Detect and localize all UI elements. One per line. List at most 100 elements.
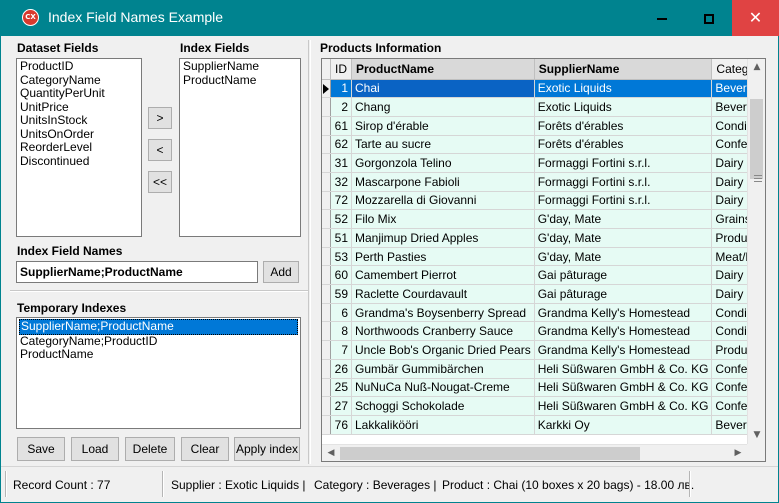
remove-all-fields-button[interactable]: << xyxy=(148,171,172,193)
row-indicator[interactable] xyxy=(322,415,331,435)
cell-suppliername[interactable]: Grandma Kelly's Homestead xyxy=(534,303,713,323)
cell-id[interactable]: 1 xyxy=(330,79,352,99)
cell-productname[interactable]: Uncle Bob's Organic Dried Pears xyxy=(351,340,535,360)
cell-suppliername[interactable]: Gai pâturage xyxy=(534,284,713,304)
horizontal-splitter[interactable] xyxy=(10,290,308,292)
close-button[interactable]: ✕ xyxy=(732,0,779,36)
scroll-thumb[interactable] xyxy=(750,99,763,182)
row-indicator[interactable] xyxy=(322,359,331,379)
cell-suppliername[interactable]: Grandma Kelly's Homestead xyxy=(534,340,713,360)
add-field-button[interactable]: > xyxy=(148,107,172,129)
cell-id[interactable]: 76 xyxy=(330,415,352,435)
temporary-index-item[interactable]: SupplierName;ProductName xyxy=(19,319,298,335)
cell-id[interactable]: 62 xyxy=(330,135,352,155)
table-row[interactable]: 60Camembert PierrotGai pâturageDairy Pro… xyxy=(322,265,765,286)
cell-productname[interactable]: Gorgonzola Telino xyxy=(351,153,535,173)
table-row[interactable]: 61Sirop d'érableForêts d'érablesCondimen… xyxy=(322,116,765,136)
cell-id[interactable]: 51 xyxy=(330,228,352,248)
cell-suppliername[interactable]: Gai pâturage xyxy=(534,265,713,286)
cell-id[interactable]: 7 xyxy=(330,340,352,360)
table-row[interactable]: 53Perth PastiesG'day, MateMeat/Poultry xyxy=(322,247,765,267)
cell-productname[interactable]: Schoggi Schokolade xyxy=(351,396,535,416)
cell-suppliername[interactable]: Heli Süßwaren GmbH & Co. KG xyxy=(534,359,713,379)
row-indicator[interactable] xyxy=(322,284,331,304)
cell-id[interactable]: 25 xyxy=(330,378,352,398)
scroll-up-icon[interactable]: ▲ xyxy=(748,59,765,76)
cell-productname[interactable]: Perth Pasties xyxy=(351,247,535,267)
dataset-field-item[interactable]: CategoryName xyxy=(19,73,139,88)
table-row[interactable]: 59 Raclette Courdavault Gai pâturage Dairy … xyxy=(322,284,765,304)
table-row[interactable]: 31 Gorgonzola Telino Formaggi Fortini s.r.… xyxy=(322,153,765,173)
cell-id[interactable]: 31 xyxy=(330,153,352,173)
cell-suppliername[interactable]: Exotic Liquids xyxy=(534,97,713,117)
table-row[interactable]: 52Filo MixG'day, MateGrains/Cereals xyxy=(322,209,765,229)
row-indicator[interactable] xyxy=(322,116,331,136)
cell-suppliername[interactable]: Forêts d'érables xyxy=(534,135,713,155)
row-indicator[interactable] xyxy=(322,172,331,192)
cell-productname[interactable]: Gumbär Gummibärchen xyxy=(351,359,535,379)
table-row[interactable]: 25 NuNuCa Nuß-Nougat-Creme Heli Süßwaren G… xyxy=(322,378,765,398)
cell-suppliername[interactable]: Formaggi Fortini s.r.l. xyxy=(534,172,713,192)
products-grid[interactable]: IDProductNameSupplierNameCategoryName 1C… xyxy=(321,58,766,462)
cell-suppliername[interactable]: G'day, Mate xyxy=(534,209,713,229)
row-indicator[interactable] xyxy=(322,209,331,229)
row-indicator[interactable] xyxy=(322,340,331,360)
cell-productname[interactable]: Tarte au sucre xyxy=(351,135,535,155)
cell-suppliername[interactable]: G'day, Mate xyxy=(534,247,713,267)
table-row[interactable]: 62Tarte au sucreForêts d'érablesConfecti… xyxy=(322,135,765,155)
cell-id[interactable]: 6 xyxy=(330,303,352,323)
row-indicator[interactable] xyxy=(322,97,331,117)
temporary-indexes-list[interactable]: SupplierName;ProductName CategoryName;Pro… xyxy=(16,317,301,429)
row-indicator[interactable] xyxy=(322,191,331,211)
cell-id[interactable]: 27 xyxy=(330,396,352,416)
index-fields-list[interactable]: SupplierName ProductName xyxy=(179,58,301,237)
title-bar[interactable]: CX Index Field Names Example ✕ xyxy=(0,0,779,36)
cell-productname[interactable]: Lakkalikööri xyxy=(351,415,535,435)
cell-id[interactable]: 26 xyxy=(330,359,352,379)
dataset-field-item[interactable]: UnitPrice xyxy=(19,100,139,115)
cell-id[interactable]: 72 xyxy=(330,191,352,211)
cell-productname[interactable]: Filo Mix xyxy=(351,209,535,229)
apply-index-button[interactable]: Apply index xyxy=(234,437,300,461)
maximize-button[interactable] xyxy=(685,0,732,36)
remove-field-button[interactable]: < xyxy=(148,139,172,161)
column-header-suppliername[interactable]: SupplierName xyxy=(534,59,713,80)
cell-id[interactable]: 32 xyxy=(330,172,352,192)
cell-id[interactable]: 59 xyxy=(330,284,352,304)
row-indicator[interactable] xyxy=(322,79,331,99)
cell-productname[interactable]: Mozzarella di Giovanni xyxy=(351,191,535,211)
temporary-index-item[interactable]: ProductName xyxy=(19,347,298,362)
row-indicator[interactable] xyxy=(322,378,331,398)
clear-button[interactable]: Clear xyxy=(181,437,229,461)
grid-horizontal-scrollbar[interactable]: ◀ ▶ xyxy=(322,444,747,461)
cell-id[interactable]: 60 xyxy=(330,265,352,286)
cell-productname[interactable]: Chang xyxy=(351,97,535,117)
cell-suppliername[interactable]: Grandma Kelly's Homestead xyxy=(534,321,713,342)
table-row[interactable]: 6 Grandma's Boysenberry Spread Grandma Kel… xyxy=(322,303,765,323)
row-indicator[interactable] xyxy=(322,228,331,248)
grid-vertical-scrollbar[interactable]: ▲ ▼ xyxy=(747,59,765,444)
row-indicator[interactable] xyxy=(322,135,331,155)
cell-productname[interactable]: Northwoods Cranberry Sauce xyxy=(351,321,535,342)
cell-suppliername[interactable]: Heli Süßwaren GmbH & Co. KG xyxy=(534,396,713,416)
load-button[interactable]: Load xyxy=(71,437,119,461)
cell-id[interactable]: 53 xyxy=(330,247,352,267)
row-indicator[interactable] xyxy=(322,247,331,267)
cell-suppliername[interactable]: G'day, Mate xyxy=(534,228,713,248)
table-row[interactable]: 72 Mozzarella di Giovanni Formaggi Fortini… xyxy=(322,191,765,211)
dataset-field-item[interactable]: ReorderLevel xyxy=(19,140,139,155)
row-indicator[interactable] xyxy=(322,153,331,173)
cell-productname[interactable]: Raclette Courdavault xyxy=(351,284,535,304)
column-header-id[interactable]: ID xyxy=(330,59,352,80)
cell-suppliername[interactable]: Exotic Liquids xyxy=(534,79,713,99)
save-button[interactable]: Save xyxy=(17,437,65,461)
delete-button[interactable]: Delete xyxy=(125,437,175,461)
dataset-field-item[interactable]: ProductID xyxy=(19,59,139,74)
cell-productname[interactable]: Grandma's Boysenberry Spread xyxy=(351,303,535,323)
cell-suppliername[interactable]: Karkki Oy xyxy=(534,415,713,435)
dataset-field-item[interactable]: Discontinued xyxy=(19,154,139,169)
row-indicator[interactable] xyxy=(322,303,331,323)
minimize-button[interactable] xyxy=(638,0,685,36)
scroll-left-icon[interactable]: ◀ xyxy=(322,445,340,461)
dataset-fields-list[interactable]: ProductID CategoryName QuantityPerUnit Unit… xyxy=(16,58,142,237)
